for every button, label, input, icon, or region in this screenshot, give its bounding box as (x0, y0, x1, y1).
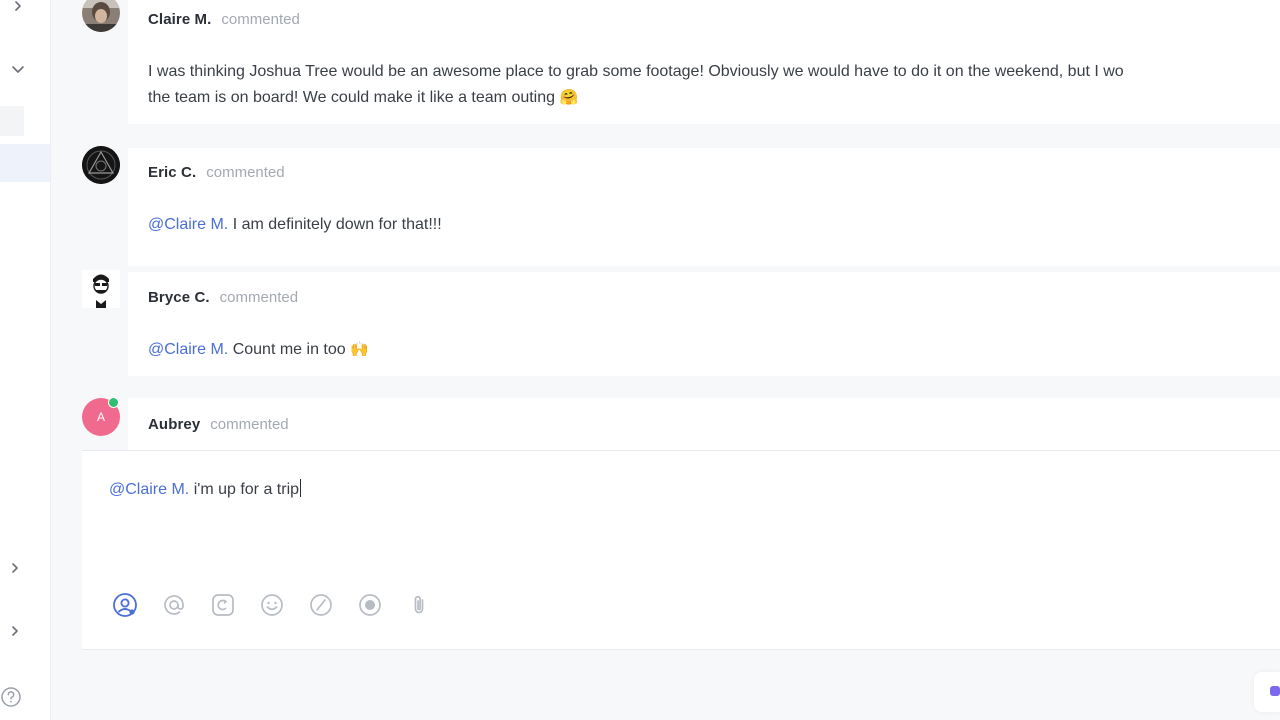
slash-command-icon[interactable] (308, 592, 357, 618)
comment-input[interactable]: @Claire M. i'm up for a trip (109, 479, 302, 499)
avatar[interactable] (82, 0, 120, 32)
comment-action: commented (219, 289, 299, 306)
comment-card: Aubrey commented (128, 398, 1280, 450)
chevron-right-icon[interactable] (8, 0, 28, 16)
comment-body: @Claire M. I am definitely down for that… (148, 212, 1280, 238)
text-caret (300, 479, 302, 497)
comment-text-line: I was thinking Joshua Tree would be an a… (148, 63, 1124, 80)
comment-input-value: i'm up for a trip (193, 481, 300, 498)
page: Claire M. commented I was thinking Joshu… (0, 0, 1280, 720)
comment-author[interactable]: Eric C. (148, 164, 196, 181)
chevron-down-icon[interactable] (8, 59, 28, 79)
composer-toolbar (112, 592, 455, 618)
record-icon[interactable] (357, 592, 406, 618)
comment-body: @Claire M. Count me in too 🙌 (148, 337, 1280, 363)
comment-card: Claire M. commented I was thinking Joshu… (128, 0, 1280, 124)
sidebar-item-active[interactable] (0, 144, 50, 182)
comment-item: Bryce C. commented @Claire M. Count me i… (80, 270, 1280, 394)
comment-header: Claire M. commented (148, 11, 300, 28)
comment-text-line: the team is on board! We could make it l… (148, 85, 1280, 111)
task-link-icon[interactable] (210, 592, 259, 618)
avatar[interactable] (82, 270, 120, 308)
comment-item: Aubrey commented A (80, 396, 1280, 450)
comment-header: Eric C. commented (148, 164, 285, 181)
comment-text: Count me in too (232, 341, 346, 358)
comment-composer[interactable]: @Claire M. i'm up for a trip (82, 450, 1280, 650)
comment-author[interactable]: Claire M. (148, 11, 211, 28)
hugging-emoji-icon: 🤗 (559, 89, 579, 106)
help-icon[interactable] (0, 686, 22, 708)
mention-link[interactable]: @Claire M. (109, 481, 189, 498)
assign-user-icon[interactable] (112, 592, 161, 618)
left-sidebar (0, 0, 51, 720)
chevron-right-icon[interactable] (5, 621, 25, 641)
comment-action: commented (210, 416, 289, 433)
raised-hands-emoji-icon: 🙌 (350, 341, 369, 358)
comment-card: Bryce C. commented @Claire M. Count me i… (128, 272, 1280, 376)
comment-header: Aubrey commented (148, 416, 289, 433)
chevron-right-icon[interactable] (5, 558, 25, 578)
comment-action: commented (206, 164, 285, 181)
mention-link[interactable]: @Claire M. (148, 216, 228, 233)
app-launcher-icon (1270, 686, 1280, 696)
avatar[interactable]: A (82, 397, 120, 436)
emoji-icon[interactable] (259, 592, 308, 618)
floating-action-button[interactable] (1254, 672, 1280, 712)
avatar[interactable] (82, 146, 120, 184)
comment-card: Eric C. commented @Claire M. I am defini… (128, 148, 1280, 266)
comment-text: I am definitely down for that!!! (232, 216, 442, 233)
comment-author[interactable]: Aubrey (148, 416, 200, 433)
comment-author[interactable]: Bryce C. (148, 289, 210, 306)
online-status-dot (108, 397, 119, 408)
mention-icon[interactable] (161, 592, 210, 618)
comment-item: Claire M. commented I was thinking Joshu… (80, 0, 1280, 126)
comment-header: Bryce C. commented (148, 289, 298, 306)
comment-item: Eric C. commented @Claire M. I am defini… (80, 128, 1280, 268)
activity-stream: Claire M. commented I was thinking Joshu… (50, 0, 1280, 720)
comment-text: the team is on board! We could make it l… (148, 89, 556, 106)
comment-body: I was thinking Joshua Tree would be an a… (148, 59, 1280, 111)
mention-link[interactable]: @Claire M. (148, 341, 228, 358)
comment-action: commented (221, 11, 300, 28)
sidebar-item[interactable] (0, 106, 24, 136)
attachment-icon[interactable] (406, 592, 455, 618)
